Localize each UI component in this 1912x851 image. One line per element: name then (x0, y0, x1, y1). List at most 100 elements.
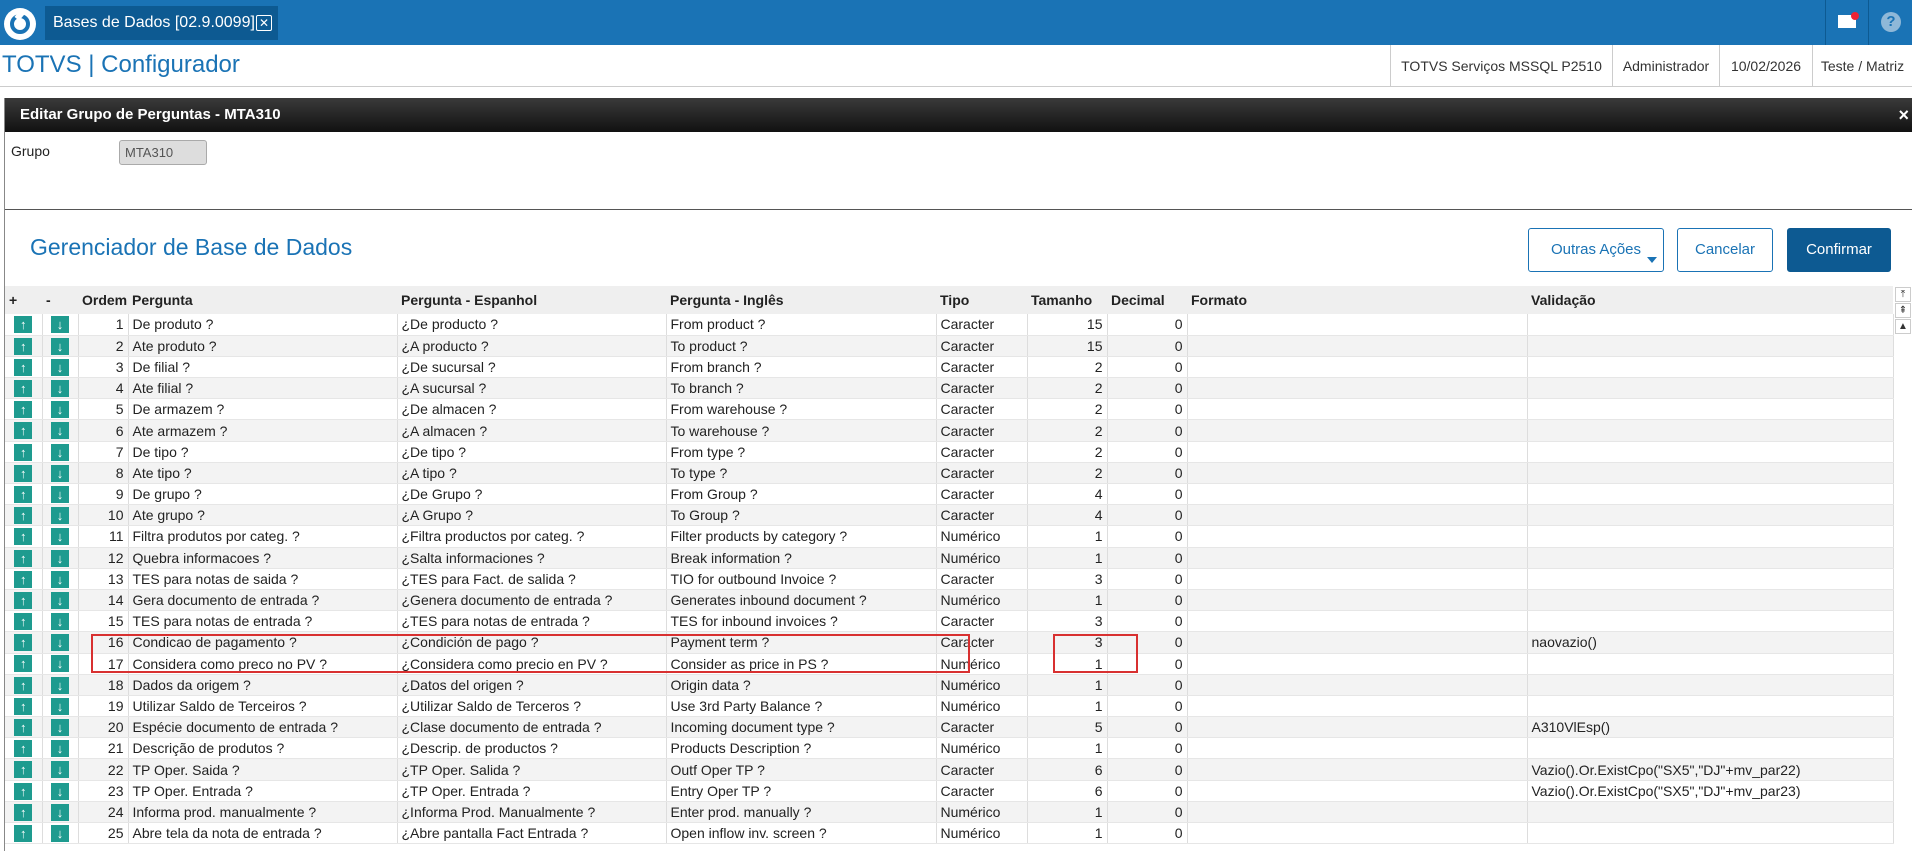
cell-type[interactable]: Caracter (936, 356, 1028, 379)
cell-size[interactable]: 2 (1027, 441, 1108, 463)
cell-question-es[interactable]: ¿Genera documento de entrada ? (397, 589, 667, 612)
cell-type[interactable]: Caracter (936, 483, 1028, 506)
cell-order[interactable]: 1 (78, 314, 129, 336)
help-button[interactable]: ? (1868, 0, 1912, 45)
cell-decimal[interactable]: 0 (1107, 335, 1188, 357)
table-row[interactable]: ↑ ↓ 1 De produto ? ¿De producto ? From produc… (5, 314, 1894, 336)
cell-question-en[interactable]: From Group ? (666, 483, 937, 506)
tab-bases-de-dados[interactable]: Bases de Dados [02.9.0099] ✕ (45, 6, 278, 40)
move-up-icon[interactable]: ↑ (14, 528, 33, 546)
cell-question-en[interactable]: Use 3rd Party Balance ? (666, 695, 937, 718)
cell-question-en[interactable]: Payment term ? (666, 631, 937, 654)
cell-question-es[interactable]: ¿De Grupo ? (397, 483, 667, 506)
cell-format[interactable] (1187, 525, 1528, 548)
cell-size[interactable]: 6 (1027, 780, 1108, 802)
cancel-button[interactable]: Cancelar (1677, 228, 1773, 272)
cell-size[interactable]: 1 (1027, 822, 1108, 845)
cell-question[interactable]: Gera documento de entrada ? (128, 589, 398, 612)
cell-type[interactable]: Caracter (936, 377, 1028, 400)
cell-question-es[interactable]: ¿Descrip. de productos ? (397, 737, 667, 760)
move-up-icon[interactable]: ↑ (14, 507, 33, 525)
cell-question-en[interactable]: To warehouse ? (666, 419, 937, 442)
move-down-icon[interactable]: ↓ (51, 401, 69, 419)
cell-size[interactable]: 1 (1027, 547, 1108, 569)
cell-question-en[interactable]: Products Description ? (666, 737, 937, 760)
col-header[interactable]: Pergunta - Espanhol (397, 286, 666, 314)
table-row[interactable]: ↑ ↓ 18 Dados da origem ? ¿Datos del origen ?… (5, 674, 1894, 696)
move-down-icon[interactable]: ↓ (51, 824, 69, 842)
cell-type[interactable]: Numérico (936, 525, 1028, 548)
table-row[interactable]: ↑ ↓ 16 Condicao de pagamento ? ¿Condición de… (5, 631, 1894, 654)
cell-type[interactable]: Caracter (936, 610, 1028, 633)
cell-question[interactable]: De tipo ? (128, 441, 398, 463)
cell-order[interactable]: 3 (78, 356, 129, 379)
cell-type[interactable]: Numérico (936, 589, 1028, 612)
cell-type[interactable]: Caracter (936, 568, 1028, 590)
move-up-icon[interactable]: ↑ (14, 824, 33, 842)
move-up-icon[interactable]: ↑ (14, 485, 33, 503)
cell-format[interactable] (1187, 674, 1528, 696)
move-down-icon[interactable]: ↓ (51, 613, 69, 631)
company-info[interactable]: Teste / Matriz (1812, 45, 1912, 87)
move-down-icon[interactable]: ↓ (51, 740, 69, 758)
confirm-button[interactable]: Confirmar (1787, 228, 1891, 272)
cell-validation[interactable] (1527, 525, 1894, 548)
move-down-icon[interactable]: ↓ (51, 464, 69, 482)
scroll-page-up-icon[interactable]: ⇞ (1895, 303, 1911, 318)
cell-size[interactable]: 1 (1027, 525, 1108, 548)
cell-question-en[interactable]: Origin data ? (666, 674, 937, 696)
cell-order[interactable]: 6 (78, 419, 129, 442)
cell-order[interactable]: 14 (78, 589, 129, 612)
cell-validation[interactable] (1527, 695, 1894, 718)
move-down-icon[interactable]: ↓ (51, 358, 69, 376)
col-header[interactable]: - (42, 286, 78, 314)
cell-order[interactable]: 13 (78, 568, 129, 590)
move-down-icon[interactable]: ↓ (51, 528, 69, 546)
dialog-close-icon[interactable]: × (1898, 98, 1909, 132)
cell-validation[interactable] (1527, 589, 1894, 612)
cell-validation[interactable] (1527, 674, 1894, 696)
cell-decimal[interactable]: 0 (1107, 419, 1188, 442)
cell-order[interactable]: 21 (78, 737, 129, 760)
move-down-icon[interactable]: ↓ (51, 570, 69, 588)
cell-size[interactable]: 3 (1027, 631, 1108, 654)
cell-validation[interactable] (1527, 547, 1894, 569)
col-header[interactable]: + (5, 286, 42, 314)
cell-validation[interactable] (1527, 568, 1894, 590)
table-row[interactable]: ↑ ↓ 22 TP Oper. Saida ? ¿TP Oper. Salida ? Ou… (5, 758, 1894, 781)
cell-question-en[interactable]: To branch ? (666, 377, 937, 400)
cell-format[interactable] (1187, 483, 1528, 506)
cell-order[interactable]: 24 (78, 801, 129, 824)
table-row[interactable]: ↑ ↓ 3 De filial ? ¿De sucursal ? From branch … (5, 356, 1894, 379)
move-down-icon[interactable]: ↓ (51, 485, 69, 503)
cell-type[interactable]: Caracter (936, 631, 1028, 654)
cell-size[interactable]: 3 (1027, 610, 1108, 633)
cell-type[interactable]: Numérico (936, 801, 1028, 824)
col-header[interactable]: Formato (1187, 286, 1527, 314)
cell-question-en[interactable]: Enter prod. manually ? (666, 801, 937, 824)
cell-question-en[interactable]: Open inflow inv. screen ? (666, 822, 937, 845)
cell-question[interactable]: Ate armazem ? (128, 419, 398, 442)
cell-question-es[interactable]: ¿De sucursal ? (397, 356, 667, 379)
cell-question[interactable]: TP Oper. Entrada ? (128, 780, 398, 802)
cell-validation[interactable] (1527, 356, 1894, 379)
move-down-icon[interactable]: ↓ (51, 316, 69, 334)
col-header[interactable]: Ordem (78, 286, 128, 314)
user-info[interactable]: Administrador (1612, 45, 1719, 87)
cell-format[interactable] (1187, 419, 1528, 442)
cell-order[interactable]: 22 (78, 758, 129, 781)
cell-question-es[interactable]: ¿A almacen ? (397, 419, 667, 442)
move-up-icon[interactable]: ↑ (14, 719, 33, 737)
cell-question-en[interactable]: TES for inbound invoices ? (666, 610, 937, 633)
cell-size[interactable]: 3 (1027, 568, 1108, 590)
move-up-icon[interactable]: ↑ (14, 803, 33, 821)
cell-order[interactable]: 12 (78, 547, 129, 569)
col-header[interactable]: Decimal (1107, 286, 1187, 314)
table-row[interactable]: ↑ ↓ 19 Utilizar Saldo de Terceiros ? ¿Utiliz… (5, 695, 1894, 718)
col-header[interactable]: Pergunta - Inglês (666, 286, 936, 314)
cell-question-es[interactable]: ¿Condición de pago ? (397, 631, 667, 654)
cell-validation[interactable] (1527, 801, 1894, 824)
cell-order[interactable]: 10 (78, 504, 129, 527)
cell-order[interactable]: 9 (78, 483, 129, 506)
move-down-icon[interactable]: ↓ (51, 337, 69, 355)
